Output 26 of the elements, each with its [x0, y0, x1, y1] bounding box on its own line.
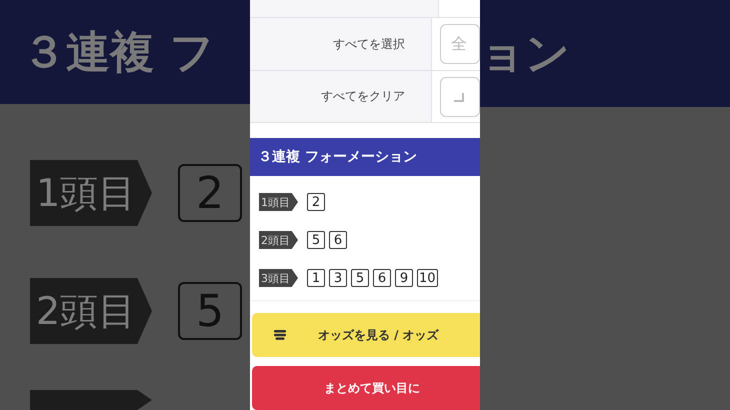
- horse-number: 2: [178, 164, 242, 222]
- leg-tag: 3頭目: [259, 269, 298, 287]
- leg-tag: 2頭目: [30, 278, 152, 344]
- corner-icon: [451, 90, 465, 103]
- clear-all-button[interactable]: [440, 76, 480, 117]
- page-title: ョン: [480, 27, 570, 81]
- section-title: ３連複 フォーメーション: [258, 148, 417, 166]
- action-label: すべてを選択: [250, 18, 432, 70]
- horse-number: 2: [307, 193, 325, 211]
- add-to-bets-button[interactable]: まとめて買い目に: [252, 366, 480, 410]
- horse-number: 5: [178, 282, 242, 340]
- horse-number: 5: [307, 231, 325, 249]
- stack-icon: [274, 330, 286, 340]
- leg-tag: 1頭目: [30, 160, 152, 226]
- odds-button[interactable]: オッズを見る / オッズ: [252, 313, 480, 357]
- horse-number: 9: [395, 269, 413, 287]
- horse-number: 10: [417, 269, 438, 287]
- horse-number: 6: [329, 231, 347, 249]
- leg-tag: 1頭目: [259, 193, 298, 211]
- page-title: ３連複 フ: [21, 26, 214, 80]
- horse-number: 6: [373, 269, 391, 287]
- horse-number: 3: [329, 269, 347, 287]
- horse-number: 1: [307, 269, 325, 287]
- leg-tag: 2頭目: [259, 231, 298, 249]
- horse-number: 5: [351, 269, 369, 287]
- action-label: すべてをクリア: [250, 70, 432, 122]
